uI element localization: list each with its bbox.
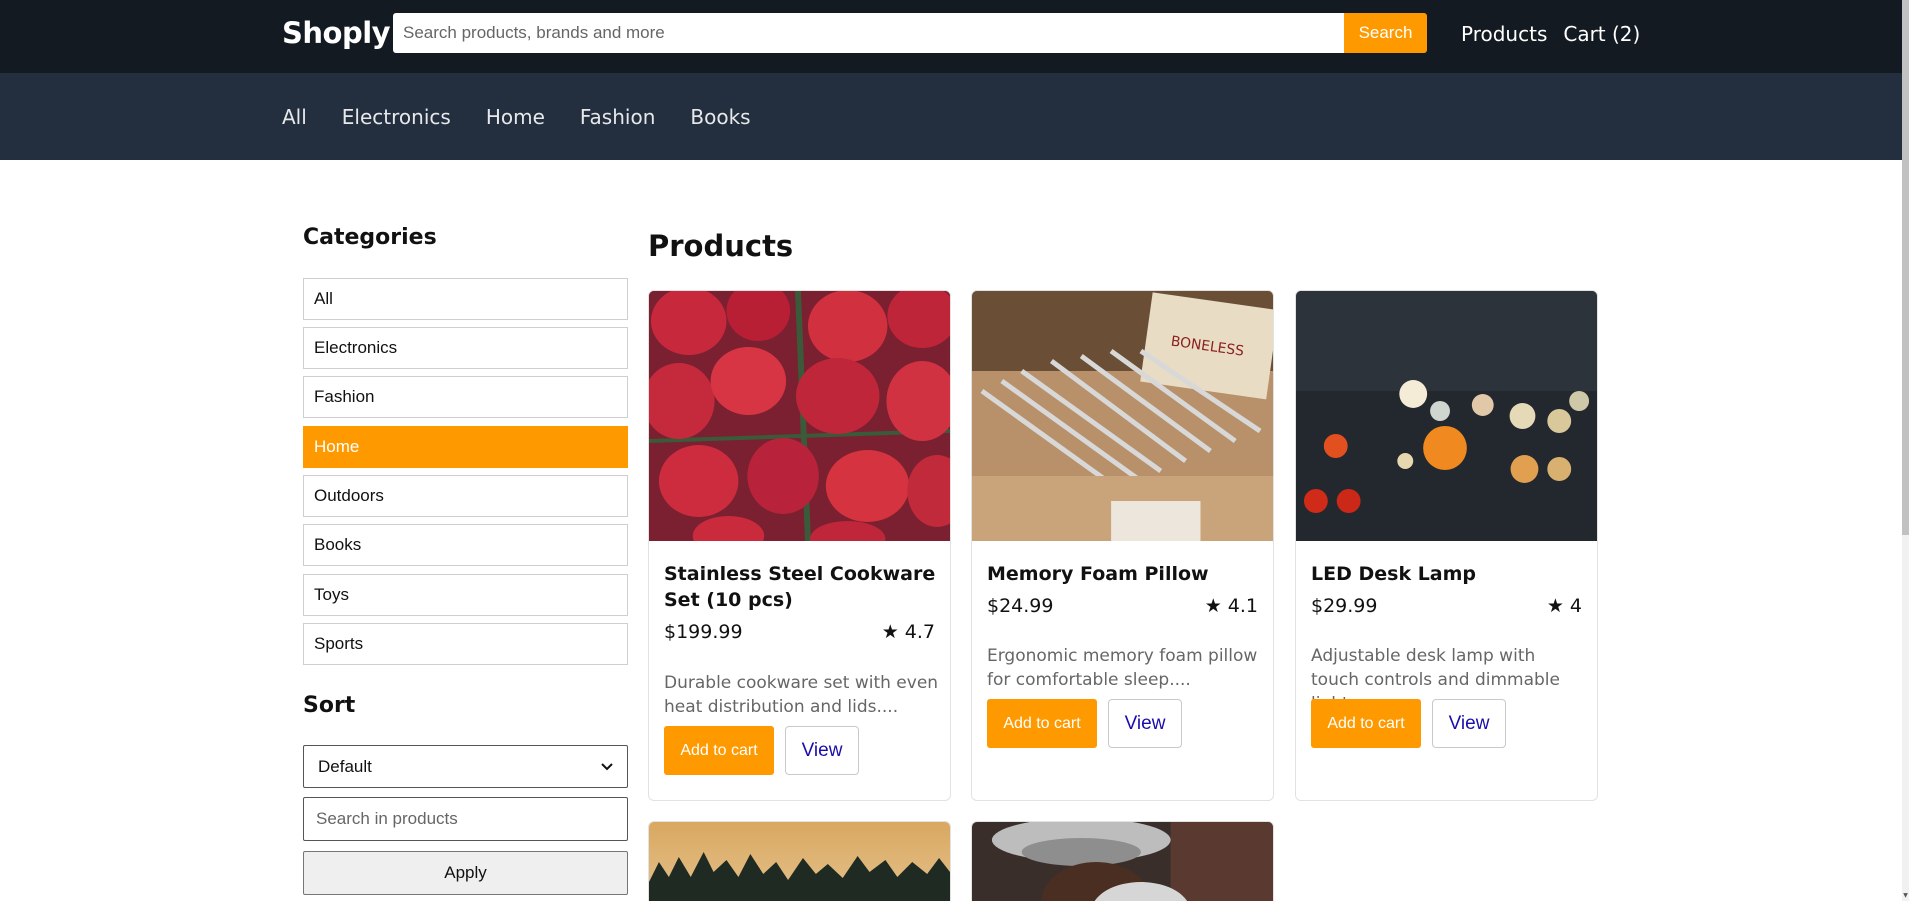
logo[interactable]: Shoply xyxy=(282,16,391,50)
categories-title: Categories xyxy=(303,225,437,250)
product-description: Ergonomic memory foam pillow for comfort… xyxy=(987,646,1258,690)
products-link[interactable]: Products xyxy=(1461,22,1547,46)
nav-link-home[interactable]: Home xyxy=(486,105,545,129)
cart-link[interactable]: Cart (2) xyxy=(1563,22,1640,46)
page-title: Products xyxy=(648,229,794,263)
scroll-down-arrow-icon[interactable]: ▼ xyxy=(1902,891,1909,901)
sidebar: Categories All Electronics Fashion Home … xyxy=(303,225,628,895)
nav-link-books[interactable]: Books xyxy=(690,105,750,129)
product-name[interactable]: Stainless Steel Cookware Set (10 pcs) xyxy=(664,561,944,613)
chevron-down-icon xyxy=(601,760,613,774)
sort-title: Sort xyxy=(303,693,356,718)
view-button[interactable]: View xyxy=(785,726,859,775)
product-price: $29.99 xyxy=(1311,595,1378,617)
product-card xyxy=(971,821,1274,901)
view-button[interactable]: View xyxy=(1108,699,1182,748)
add-to-cart-button[interactable]: Add to cart xyxy=(1311,699,1421,748)
sort-select[interactable]: Default xyxy=(303,745,628,788)
add-to-cart-button[interactable]: Add to cart xyxy=(987,699,1097,748)
add-to-cart-button[interactable]: Add to cart xyxy=(664,726,774,775)
category-item-toys[interactable]: Toys xyxy=(303,574,628,616)
product-image[interactable] xyxy=(1296,291,1597,541)
nav-link-all[interactable]: All xyxy=(282,105,307,129)
category-item-fashion[interactable]: Fashion xyxy=(303,376,628,418)
product-name[interactable]: LED Desk Lamp xyxy=(1311,561,1591,587)
scrollbar[interactable]: ▼ xyxy=(1902,0,1909,901)
product-name[interactable]: Memory Foam Pillow xyxy=(987,561,1267,587)
view-button[interactable]: View xyxy=(1432,699,1506,748)
product-description: Durable cookware set with even heat dist… xyxy=(664,673,939,717)
apply-button[interactable]: Apply xyxy=(303,851,628,895)
product-rating: ★ 4.1 xyxy=(1204,595,1258,617)
product-image[interactable] xyxy=(649,291,950,541)
product-card xyxy=(648,821,951,901)
category-item-books[interactable]: Books xyxy=(303,524,628,566)
search-button[interactable]: Search xyxy=(1344,13,1427,53)
category-item-electronics[interactable]: Electronics xyxy=(303,327,628,369)
product-card: BONELESS Memory Foam Pillow $24.99 ★ 4.1… xyxy=(971,290,1274,801)
nav-link-fashion[interactable]: Fashion xyxy=(580,105,656,129)
search-bar: Search xyxy=(393,13,1427,53)
category-nav: All Electronics Home Fashion Books xyxy=(0,73,1902,160)
product-image[interactable] xyxy=(972,822,1273,901)
category-item-outdoors[interactable]: Outdoors xyxy=(303,475,628,517)
product-rating: ★ 4 xyxy=(1546,595,1582,617)
nav-link-electronics[interactable]: Electronics xyxy=(342,105,451,129)
product-price: $199.99 xyxy=(664,621,743,643)
product-image[interactable]: BONELESS xyxy=(972,291,1273,541)
sort-selected-value: Default xyxy=(318,756,372,776)
product-rating: ★ 4.7 xyxy=(881,621,935,643)
search-input[interactable] xyxy=(393,13,1344,53)
category-item-all[interactable]: All xyxy=(303,278,628,320)
product-price: $24.99 xyxy=(987,595,1054,617)
product-card: Stainless Steel Cookware Set (10 pcs) $1… xyxy=(648,290,951,801)
sidebar-search-input[interactable] xyxy=(303,797,628,841)
category-item-home[interactable]: Home xyxy=(303,426,628,468)
product-card: LED Desk Lamp $29.99 ★ 4 Adjustable desk… xyxy=(1295,290,1598,801)
top-header: Shoply Search Products Cart (2) xyxy=(0,0,1902,73)
category-item-sports[interactable]: Sports xyxy=(303,623,628,665)
scrollbar-thumb[interactable] xyxy=(1902,0,1909,535)
product-image[interactable] xyxy=(649,822,950,901)
header-links: Products Cart (2) xyxy=(1461,22,1640,46)
